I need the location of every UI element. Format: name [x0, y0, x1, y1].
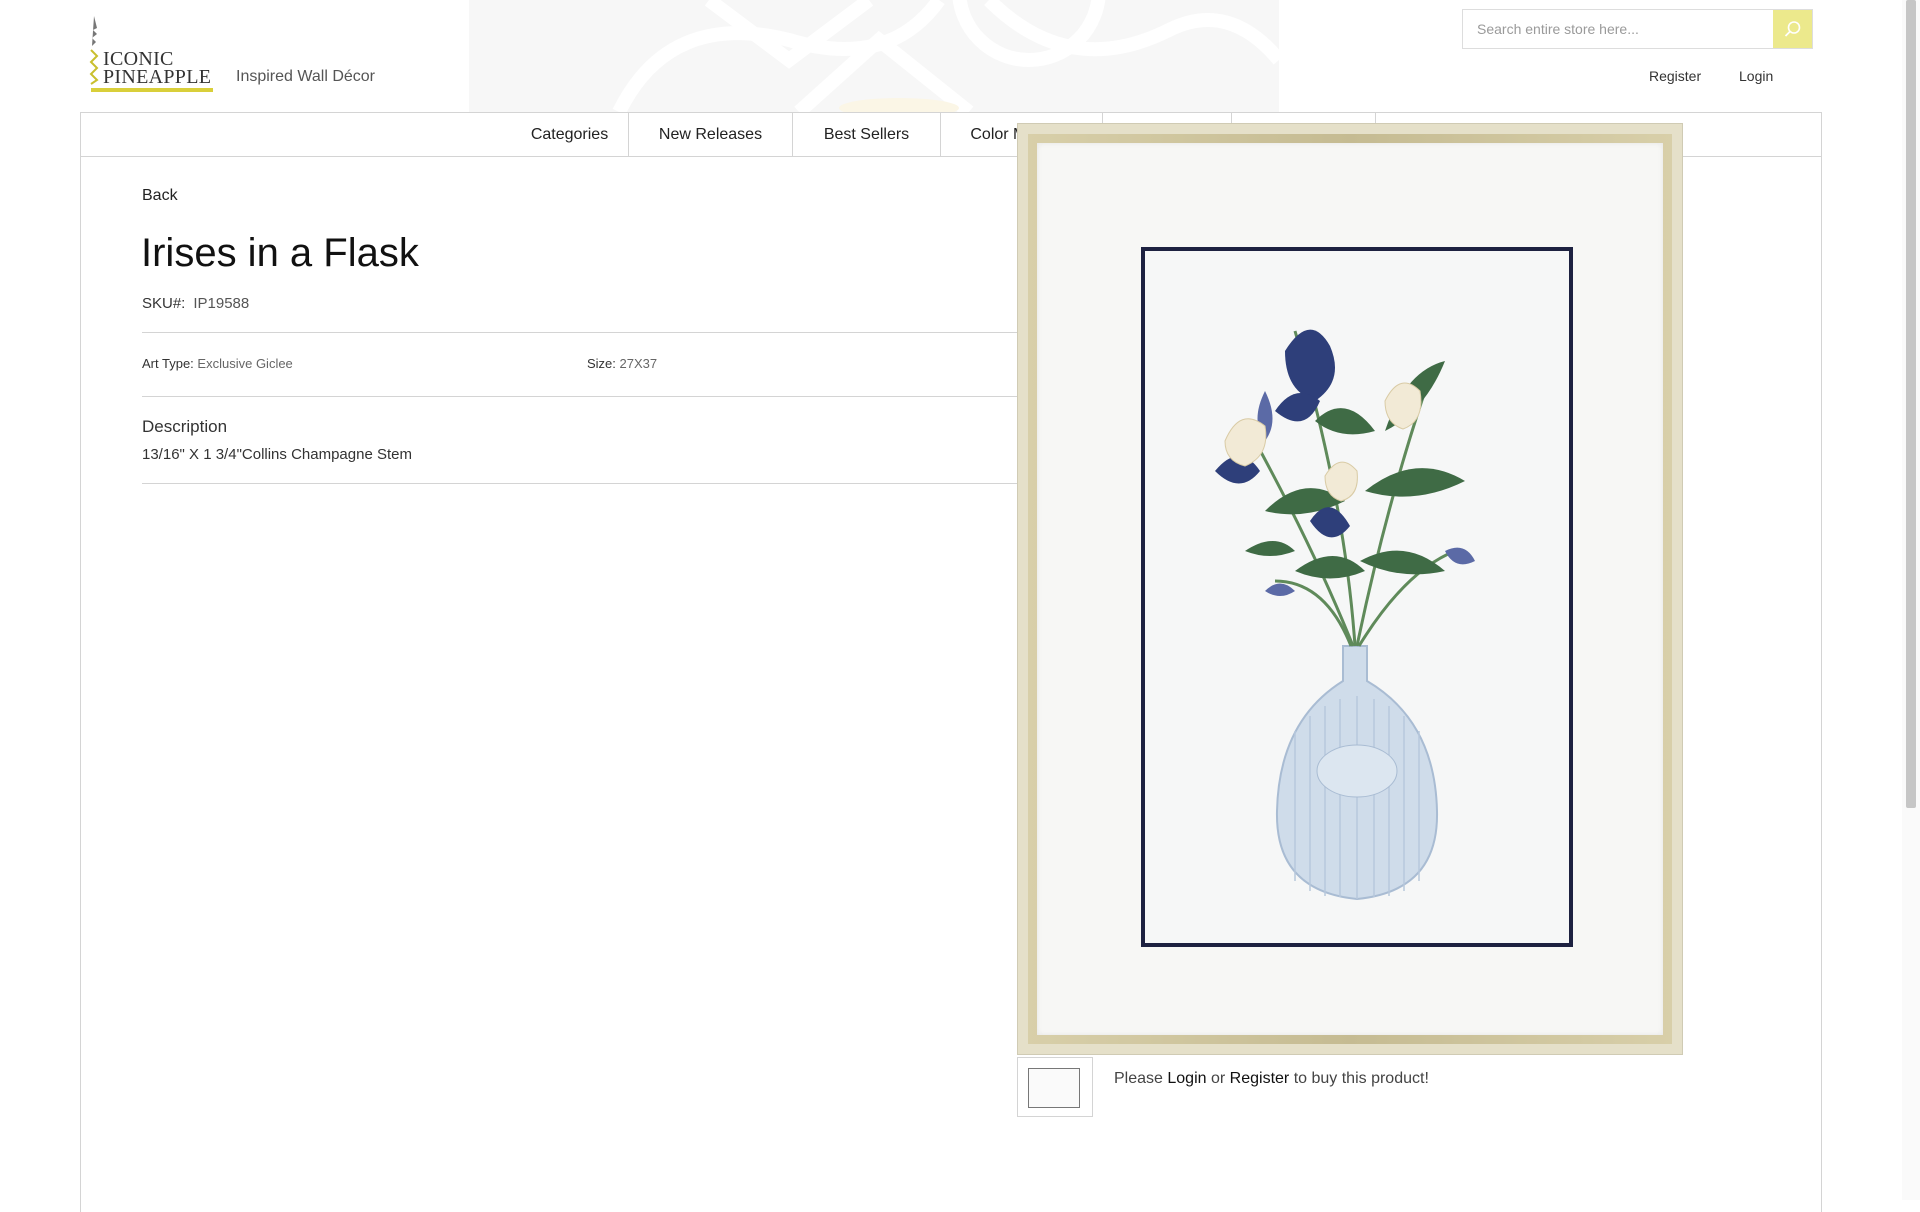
description-text: 13/16" X 1 3/4"Collins Champagne Stem [142, 446, 412, 463]
size-value: 27X37 [619, 356, 658, 371]
size: Size: 27X37 [587, 356, 657, 371]
logo-text-pineapple: PINEAPPLE [103, 66, 212, 88]
sku-value: IP19588 [193, 295, 250, 312]
search-box [1462, 9, 1813, 49]
buy-register-link[interactable]: Register [1230, 1070, 1290, 1087]
description-heading: Description [142, 417, 228, 436]
nav-new-releases[interactable]: New Releases [628, 113, 792, 156]
art-type-value: Exclusive Giclee [197, 356, 293, 371]
nav-best-sellers[interactable]: Best Sellers [792, 113, 940, 156]
search-icon [1784, 21, 1800, 37]
scrollbar-thumb[interactable] [1906, 0, 1916, 808]
product-sku: SKU#: IP19588 [142, 295, 249, 312]
register-link[interactable]: Register [1649, 68, 1701, 84]
size-label: Size: [587, 356, 616, 371]
divider [142, 483, 1018, 484]
buy-or: or [1210, 1070, 1226, 1087]
search-button[interactable] [1773, 10, 1812, 48]
frame-mat [1037, 143, 1663, 1035]
divider [142, 396, 1018, 397]
frame-molding [1028, 134, 1672, 1044]
header-pattern [469, 0, 1279, 112]
brand-logo[interactable]: ICONIC PINEAPPLE [89, 14, 229, 92]
back-link[interactable]: Back [142, 187, 178, 205]
art-type: Art Type: Exclusive Giclee [142, 356, 293, 371]
divider [142, 332, 1018, 333]
buy-prefix: Please [1114, 1070, 1163, 1087]
login-link[interactable]: Login [1739, 68, 1773, 84]
nav-categories[interactable]: Categories [511, 113, 628, 156]
search-input[interactable] [1463, 10, 1775, 48]
artwork-iris-flask [1141, 247, 1573, 947]
page-scrollbar[interactable] [1902, 0, 1920, 1200]
buy-login-link[interactable]: Login [1167, 1070, 1206, 1087]
logo-underline [91, 88, 213, 92]
product-title: Irises in a Flask [141, 231, 419, 275]
product-image[interactable] [1017, 123, 1683, 1055]
sku-label: SKU#: [142, 295, 186, 312]
thumbnail-image [1028, 1068, 1080, 1108]
login-to-buy-message: Please Login or Register to buy this pro… [1114, 1070, 1429, 1088]
brand-tagline: Inspired Wall Décor [236, 68, 376, 85]
product-thumbnail[interactable] [1017, 1057, 1093, 1117]
buy-suffix: to buy this product! [1293, 1070, 1429, 1087]
art-type-label: Art Type: [142, 356, 194, 371]
